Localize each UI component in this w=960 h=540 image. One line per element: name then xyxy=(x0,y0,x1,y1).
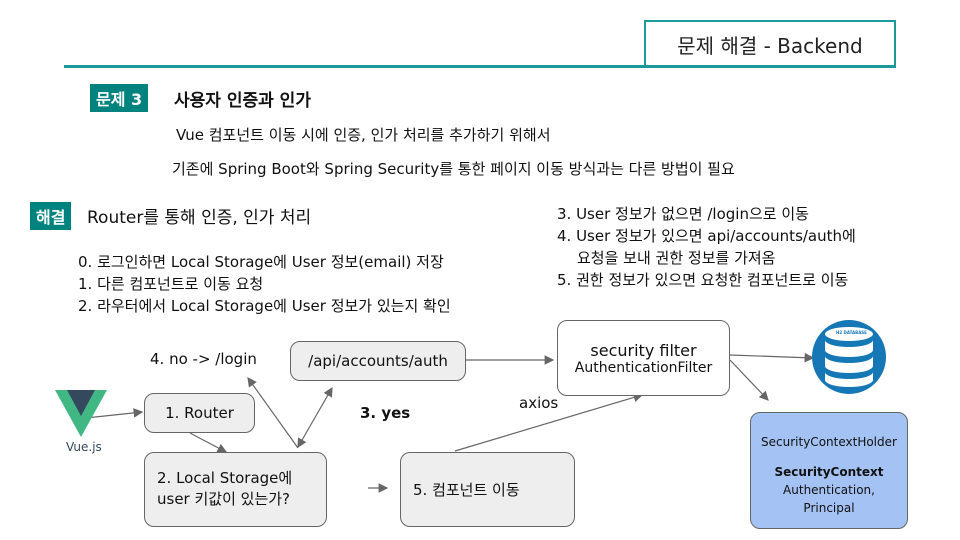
security-filter-box: security filter AuthenticationFilter xyxy=(557,320,730,396)
component-move-box: 5. 컴포넌트 이동 xyxy=(400,452,575,527)
storage-line2: user 키값이 있는가? xyxy=(157,490,291,508)
auth-line2: Principal xyxy=(803,501,855,515)
api-box: /api/accounts/auth xyxy=(290,341,466,381)
storage-check-box: 2. Local Storage에 user 키값이 있는가? xyxy=(144,452,327,527)
axios-label: axios xyxy=(519,394,559,412)
filter-line2: AuthenticationFilter xyxy=(574,359,713,376)
no-label: 4. no -> /login xyxy=(150,350,257,368)
context-label: SecurityContext xyxy=(774,465,884,479)
vue-label: Vue.js xyxy=(66,440,102,454)
api-label: /api/accounts/auth xyxy=(308,352,448,370)
auth-line1: Authentication, xyxy=(783,483,875,497)
security-context-holder-box: SecurityContextHolder SecurityContext Au… xyxy=(750,412,908,529)
filter-line1: security filter xyxy=(590,340,697,360)
component-label: 5. 컴포넌트 이동 xyxy=(413,481,520,499)
vue-logo-icon xyxy=(55,390,107,437)
holder-label: SecurityContextHolder xyxy=(761,435,897,449)
db-label: H2 DATABASE xyxy=(836,330,867,335)
yes-label: 3. yes xyxy=(360,404,411,422)
router-label: 1. Router xyxy=(165,404,234,422)
router-box: 1. Router xyxy=(144,393,255,433)
storage-line1: 2. Local Storage에 xyxy=(157,469,293,487)
